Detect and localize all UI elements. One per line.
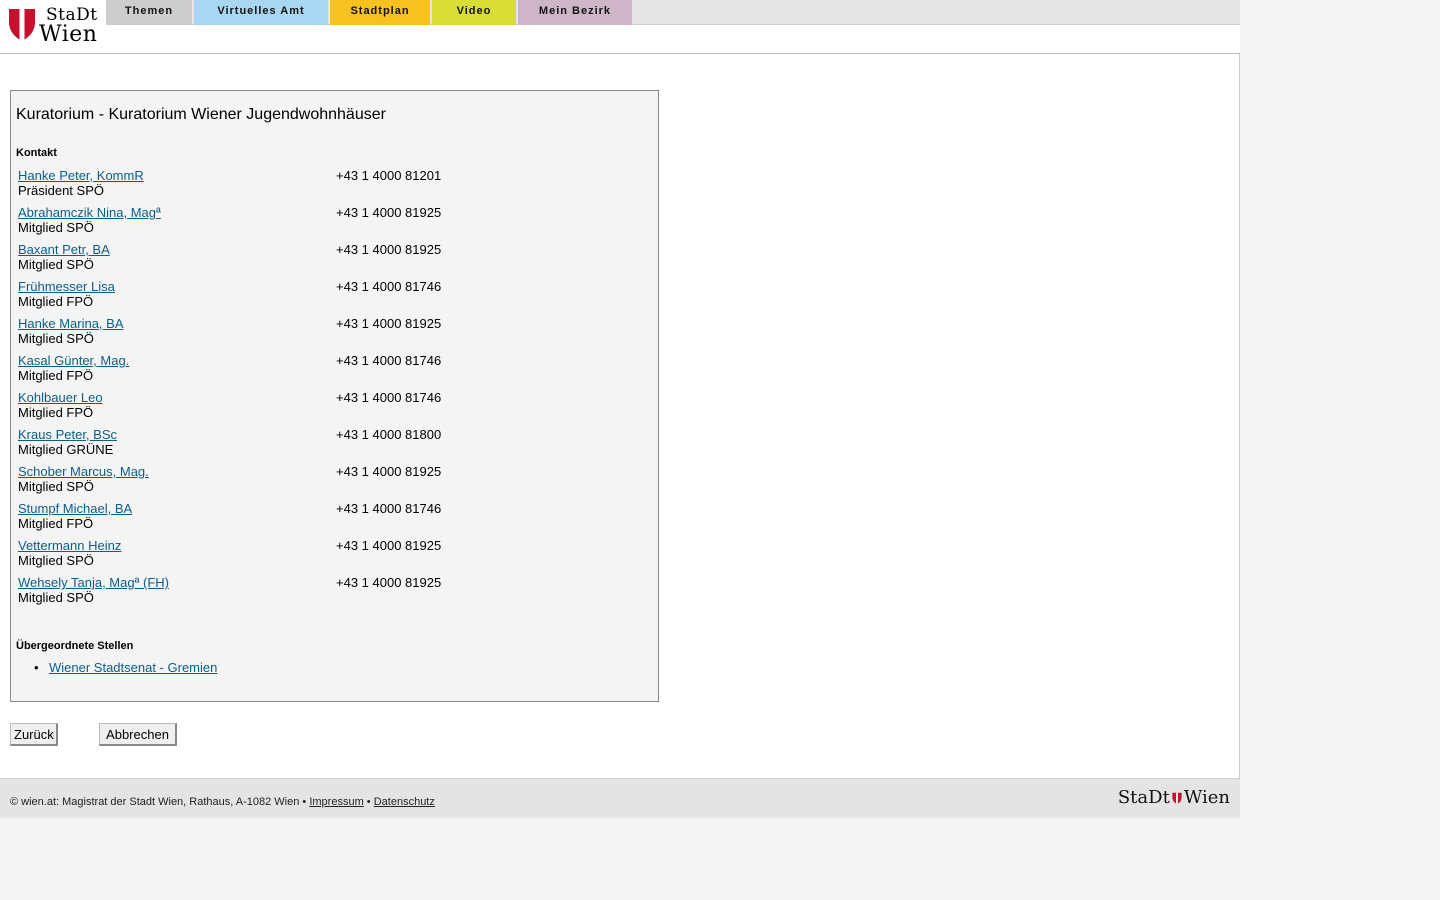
contact-role: Mitglied SPÖ: [18, 331, 94, 346]
contact-role: Mitglied SPÖ: [18, 257, 94, 272]
contact-role: Mitglied SPÖ: [18, 479, 94, 494]
footer-text: © wien.at: Magistrat der Stadt Wien, Rat…: [10, 796, 435, 808]
parent-units-list: • Wiener Stadtsenat - Gremien: [34, 660, 217, 675]
logo-text-wien: Wien: [39, 22, 98, 47]
contact-phone: +43 1 4000 81925: [336, 205, 442, 220]
contact-role: Mitglied FPÖ: [18, 405, 94, 420]
contact-row: Hanke Peter, KommR Präsident SPÖ +43 1 4…: [18, 168, 638, 205]
contact-phone: +43 1 4000 81925: [336, 316, 442, 331]
contact-name-link[interactable]: Stumpf Michael, BA: [18, 501, 132, 516]
page-title: Kuratorium - Kuratorium Wiener Jugendwoh…: [16, 106, 386, 123]
footer-logo-text-wien: Wien: [1183, 787, 1230, 808]
contact-name-link[interactable]: Frühmesser Lisa: [18, 279, 115, 294]
contact-row: Kraus Peter, BSc Mitglied GRÜNE +43 1 40…: [18, 427, 638, 464]
impressum-link[interactable]: Impressum: [309, 796, 363, 808]
contact-role: Mitglied FPÖ: [18, 368, 94, 383]
contact-name-link[interactable]: Kraus Peter, BSc: [18, 427, 117, 442]
contact-row: Baxant Petr, BA Mitglied SPÖ +43 1 4000 …: [18, 242, 638, 279]
contact-heading: Kontakt: [16, 147, 57, 159]
tab-virtuelles-amt[interactable]: Virtuelles Amt: [194, 0, 328, 25]
contact-row: Wehsely Tanja, Magª (FH) Mitglied SPÖ +4…: [18, 575, 638, 612]
main-navigation: Themen Virtuelles Amt Stadtplan Video Me…: [106, 0, 1240, 25]
contact-name-link[interactable]: Hanke Marina, BA: [18, 316, 124, 331]
contact-phone: +43 1 4000 81746: [336, 353, 442, 368]
contact-role: Mitglied SPÖ: [18, 553, 94, 568]
committee-detail-box: Kuratorium - Kuratorium Wiener Jugendwoh…: [10, 90, 659, 702]
contact-row: Schober Marcus, Mag. Mitglied SPÖ +43 1 …: [18, 464, 638, 501]
contact-name-link[interactable]: Baxant Petr, BA: [18, 242, 110, 257]
parent-unit-link[interactable]: Wiener Stadtsenat - Gremien: [49, 660, 217, 675]
contact-role: Mitglied SPÖ: [18, 220, 94, 235]
contact-name-link[interactable]: Vettermann Heinz: [18, 538, 121, 553]
contact-list: Hanke Peter, KommR Präsident SPÖ +43 1 4…: [18, 168, 638, 612]
footer-logo-text-stadt: StaDt: [1117, 787, 1170, 808]
contact-row: Abrahamczik Nina, Magª Mitglied SPÖ +43 …: [18, 205, 638, 242]
contact-phone: +43 1 4000 81925: [336, 575, 442, 590]
footer-stadt-wien-logo[interactable]: StaDt Wien: [1118, 787, 1230, 808]
wien-shield-icon: [9, 9, 35, 41]
contact-phone: +43 1 4000 81746: [336, 279, 442, 294]
contact-phone: +43 1 4000 81746: [336, 501, 442, 516]
tab-mein-bezirk[interactable]: Mein Bezirk: [518, 0, 632, 25]
tab-stadtplan[interactable]: Stadtplan: [330, 0, 430, 25]
contact-role: Mitglied GRÜNE: [18, 442, 114, 457]
footer: © wien.at: Magistrat der Stadt Wien, Rat…: [0, 778, 1240, 818]
contact-row: Kasal Günter, Mag. Mitglied FPÖ +43 1 40…: [18, 353, 638, 390]
contact-role: Mitglied FPÖ: [18, 294, 94, 309]
parent-units-heading: Übergeordnete Stellen: [16, 640, 134, 652]
cancel-button[interactable]: Abbrechen: [99, 723, 177, 746]
header: StaDt Wien Themen Virtuelles Amt Stadtpl…: [0, 0, 1240, 54]
stadt-wien-logo[interactable]: StaDt Wien: [6, 4, 102, 47]
contact-name-link[interactable]: Wehsely Tanja, Magª (FH): [18, 575, 169, 590]
list-bullet-icon: •: [34, 660, 39, 675]
contact-phone: +43 1 4000 81925: [336, 242, 442, 257]
contact-role: Präsident SPÖ: [18, 183, 104, 198]
contact-row: Kohlbauer Leo Mitglied FPÖ +43 1 4000 81…: [18, 390, 638, 427]
contact-name-link[interactable]: Kohlbauer Leo: [18, 390, 103, 405]
contact-name-link[interactable]: Hanke Peter, KommR: [18, 168, 144, 183]
contact-role: Mitglied SPÖ: [18, 590, 94, 605]
contact-role: Mitglied FPÖ: [18, 516, 94, 531]
footer-copyright: © wien.at: Magistrat der Stadt Wien, Rat…: [10, 796, 307, 808]
contact-row: Hanke Marina, BA Mitglied SPÖ +43 1 4000…: [18, 316, 638, 353]
contact-name-link[interactable]: Kasal Günter, Mag.: [18, 353, 129, 368]
back-button[interactable]: Zurück: [10, 723, 58, 746]
tab-themen[interactable]: Themen: [106, 0, 192, 25]
wien-shield-icon: [1172, 792, 1182, 804]
contact-row: Vettermann Heinz Mitglied SPÖ +43 1 4000…: [18, 538, 638, 575]
contact-row: Frühmesser Lisa Mitglied FPÖ +43 1 4000 …: [18, 279, 638, 316]
contact-row: Stumpf Michael, BA Mitglied FPÖ +43 1 40…: [18, 501, 638, 538]
contact-phone: +43 1 4000 81925: [336, 538, 442, 553]
contact-name-link[interactable]: Schober Marcus, Mag.: [18, 464, 149, 479]
datenschutz-link[interactable]: Datenschutz: [374, 796, 435, 808]
page: StaDt Wien Themen Virtuelles Amt Stadtpl…: [0, 0, 1240, 818]
contact-phone: +43 1 4000 81201: [336, 168, 442, 183]
footer-separator: •: [366, 796, 371, 808]
contact-name-link[interactable]: Abrahamczik Nina, Magª: [18, 205, 161, 220]
tab-video[interactable]: Video: [432, 0, 516, 25]
contact-phone: +43 1 4000 81746: [336, 390, 442, 405]
contact-phone: +43 1 4000 81925: [336, 464, 442, 479]
contact-phone: +43 1 4000 81800: [336, 427, 442, 442]
